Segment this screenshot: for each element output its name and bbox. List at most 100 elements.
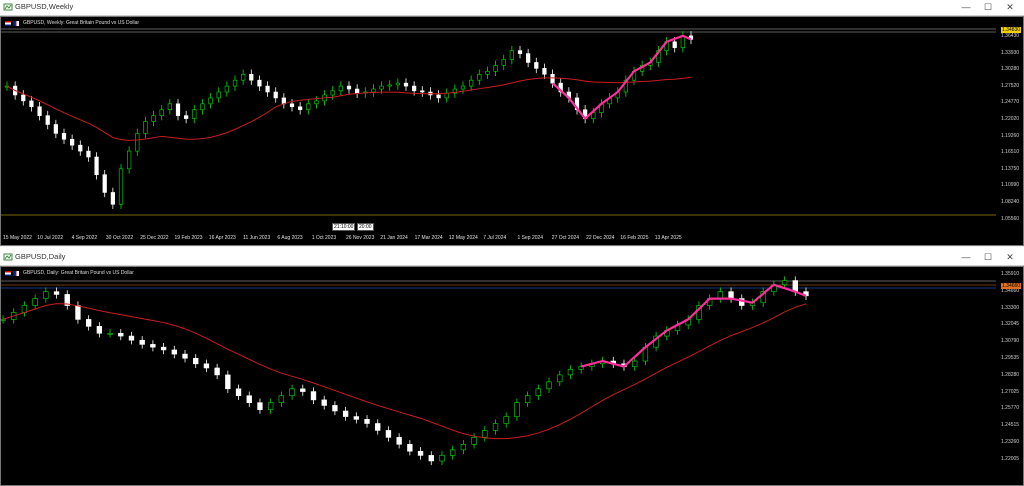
flag-icon: [13, 271, 19, 276]
candle-body: [460, 85, 466, 90]
candle-body: [514, 402, 520, 417]
candle-body: [128, 335, 135, 341]
chart-window-icon: [3, 253, 13, 261]
zigzag-line: [551, 34, 692, 121]
price-axis-label: 1.23260: [1001, 439, 1020, 445]
candle-body: [395, 82, 400, 86]
price-axis-label: 1.08240: [1001, 199, 1020, 205]
date-axis-label: 27 Oct 2024: [551, 235, 580, 241]
candle-body: [267, 402, 274, 410]
price-axis-label: 1.19260: [1001, 132, 1020, 139]
candle-body: [535, 388, 542, 397]
date-axis-label: 21 Jan 2024: [380, 235, 408, 241]
price-axis-label: 1.29535: [1001, 355, 1020, 361]
candle-body: [450, 449, 456, 456]
candle-body: [355, 88, 360, 94]
price-axis-label: 1.33300: [1001, 304, 1020, 311]
candle-body: [43, 291, 49, 299]
minimize-button[interactable]: —: [954, 1, 978, 14]
price-axis-label: 1.25770: [1001, 405, 1020, 412]
candle-body: [86, 150, 91, 158]
candle-body: [96, 326, 103, 334]
price-axis-label: 1.30790: [1001, 338, 1020, 345]
candle-body: [330, 90, 335, 96]
candle-body: [193, 357, 199, 365]
candle-body: [249, 73, 254, 81]
candle-body: [300, 388, 306, 392]
candle-body: [387, 84, 392, 87]
candle-body: [477, 73, 482, 81]
candle-body: [32, 298, 38, 306]
candle-body: [517, 50, 523, 54]
candle-body: [107, 332, 113, 335]
price-axis-label: 1.05560: [1001, 215, 1020, 222]
candle-body: [29, 100, 34, 108]
candle-body: [632, 360, 638, 367]
candle-body: [557, 374, 563, 383]
candle-body: [200, 103, 205, 111]
price-axis-label: 1.30280: [1001, 66, 1020, 73]
price-axis-label: 1.22005: [1001, 455, 1020, 462]
minimize-button[interactable]: —: [954, 251, 978, 264]
close-button[interactable]: ✕: [998, 1, 1022, 14]
candle-body: [460, 444, 467, 451]
daily-chart-canvas[interactable]: GBPUSD, Daily: Great Britain Pound vs US…: [0, 266, 1024, 486]
candle-body: [182, 353, 188, 359]
date-axis-label: 25 Dec 2022: [140, 235, 169, 241]
date-axis-label: 11 Jun 2023: [243, 235, 271, 241]
maximize-button[interactable]: ☐: [976, 251, 1000, 264]
daily-title-bar[interactable]: GBPUSD,Daily — ☐ ✕: [0, 250, 1024, 266]
candle-body: [781, 280, 788, 286]
candle-body: [127, 150, 132, 170]
candle-body: [135, 133, 140, 152]
price-axis-label: 1.27520: [1001, 82, 1020, 89]
candle-body: [542, 68, 547, 75]
maximize-button[interactable]: ☐: [976, 1, 1000, 14]
candle-body: [102, 174, 107, 193]
candle-body: [436, 94, 441, 99]
daily-chart-window: GBPUSD,Daily — ☐ ✕ GBPUSD, Daily: Great …: [0, 250, 1024, 486]
candle-body: [289, 103, 295, 108]
candle-body: [412, 85, 417, 92]
candle-body: [150, 344, 156, 348]
price-axis-label: 1.24770: [1001, 99, 1020, 106]
candle-body: [396, 437, 402, 445]
close-button[interactable]: ✕: [998, 251, 1022, 264]
candle-body: [314, 100, 319, 105]
price-axis-label: 1.28280: [1001, 371, 1020, 378]
candle-body: [289, 388, 295, 397]
candle-body: [265, 85, 270, 93]
chart-window-icon: [3, 3, 13, 11]
candle-body: [342, 410, 349, 417]
candle-body: [526, 53, 531, 63]
candle-body: [225, 374, 231, 390]
candle-body: [235, 388, 242, 397]
candle-body: [232, 79, 238, 87]
candle-body: [321, 399, 327, 406]
candle-body: [53, 291, 60, 295]
candle-body: [672, 41, 677, 48]
candle-body: [160, 346, 167, 351]
candle-body: [214, 367, 220, 376]
candle-body: [216, 91, 221, 99]
price-axis-label: 1.36430: [1001, 33, 1020, 39]
daily-window-title: GBPUSD,Daily: [15, 252, 66, 261]
candle-body: [45, 115, 50, 125]
candle-body: [78, 144, 83, 152]
candle-body: [192, 109, 197, 119]
candle-body: [139, 339, 145, 345]
daily-chart-svg: [1, 276, 996, 466]
candle-body: [37, 106, 42, 116]
weekly-chart-canvas[interactable]: GBPUSD, Weekly: Great Britain Pound vs U…: [0, 16, 1024, 246]
date-axis-label: 4 Sep 2022: [71, 235, 98, 241]
weekly-title-bar[interactable]: GBPUSD,Weekly — ☐ ✕: [0, 0, 1024, 16]
candle-body: [278, 395, 285, 403]
weekly-window-title: GBPUSD,Weekly: [15, 2, 74, 11]
price-axis-label: 1.27025: [1001, 388, 1020, 395]
candle-body: [524, 395, 531, 403]
date-axis-label: 6 Aug 2023: [277, 235, 303, 241]
candle-body: [403, 82, 409, 87]
candle-body: [118, 168, 124, 205]
candle-body: [175, 103, 181, 116]
candle-body: [550, 73, 555, 84]
